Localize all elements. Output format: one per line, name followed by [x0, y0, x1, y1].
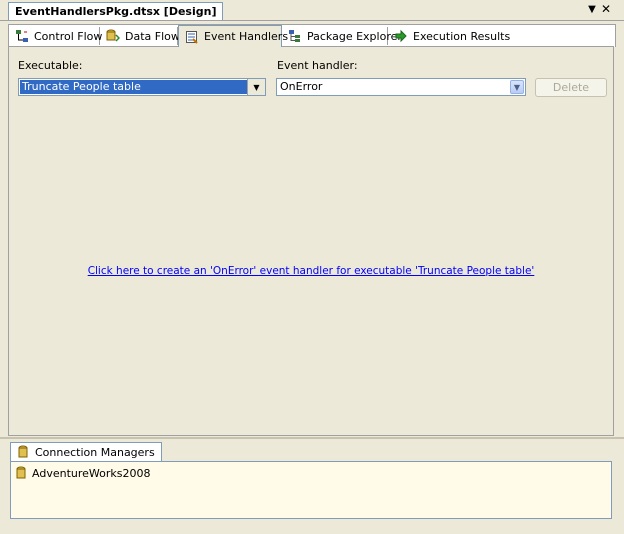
connection-manager-icon: [17, 445, 31, 459]
tab-label: Event Handlers: [204, 30, 289, 43]
tab-execution-results[interactable]: Execution Results: [388, 27, 510, 45]
tab-label: Control Flow: [34, 29, 103, 43]
tab-package-explorer[interactable]: Package Explorer: [282, 27, 402, 45]
executable-label: Executable:: [18, 59, 83, 72]
delete-button[interactable]: Delete: [535, 78, 607, 97]
tab-event-handlers[interactable]: Event Handlers: [178, 25, 288, 47]
executable-dropdown[interactable]: Truncate People table ▼: [18, 78, 266, 96]
connection-managers-tab-label: Connection Managers: [35, 445, 155, 459]
document-tab[interactable]: EventHandlersPkg.dtsx [Design]: [8, 2, 224, 20]
executable-value: Truncate People table: [20, 80, 247, 94]
event-handler-label: Event handler:: [277, 59, 358, 72]
chevron-down-icon[interactable]: ▼: [510, 80, 524, 94]
tab-label: Execution Results: [413, 29, 511, 43]
event-handlers-icon: [185, 30, 199, 44]
tab-label: Data Flow: [125, 29, 180, 43]
chevron-down-icon[interactable]: ▼: [247, 79, 265, 95]
control-flow-icon: [15, 29, 29, 43]
chevron-down-icon[interactable]: ▼: [586, 3, 598, 17]
execution-results-icon: [394, 29, 408, 43]
designer-tab-bar: Control Flow Data Flow Event Handlers Pa…: [8, 24, 616, 47]
package-explorer-icon: [288, 29, 302, 43]
tab-control-flow[interactable]: Control Flow: [9, 27, 103, 45]
close-icon[interactable]: ✕: [600, 2, 612, 16]
event-handler-value: OnError: [280, 80, 323, 93]
splitter[interactable]: [0, 437, 624, 439]
event-handler-dropdown[interactable]: OnError ▼: [276, 78, 526, 96]
connection-manager-item[interactable]: AdventureWorks2008: [15, 466, 150, 480]
tab-data-flow[interactable]: Data Flow: [100, 27, 180, 45]
create-event-handler-link[interactable]: Click here to create an 'OnError' event …: [9, 265, 613, 277]
tab-connection-managers[interactable]: Connection Managers: [10, 442, 162, 461]
data-flow-icon: [106, 29, 121, 43]
database-icon: [15, 466, 29, 480]
connection-manager-name: AdventureWorks2008: [32, 466, 151, 480]
event-handler-designer-surface[interactable]: Executable: Event handler: Truncate Peop…: [8, 46, 614, 436]
connection-managers-panel[interactable]: AdventureWorks2008: [10, 461, 612, 519]
